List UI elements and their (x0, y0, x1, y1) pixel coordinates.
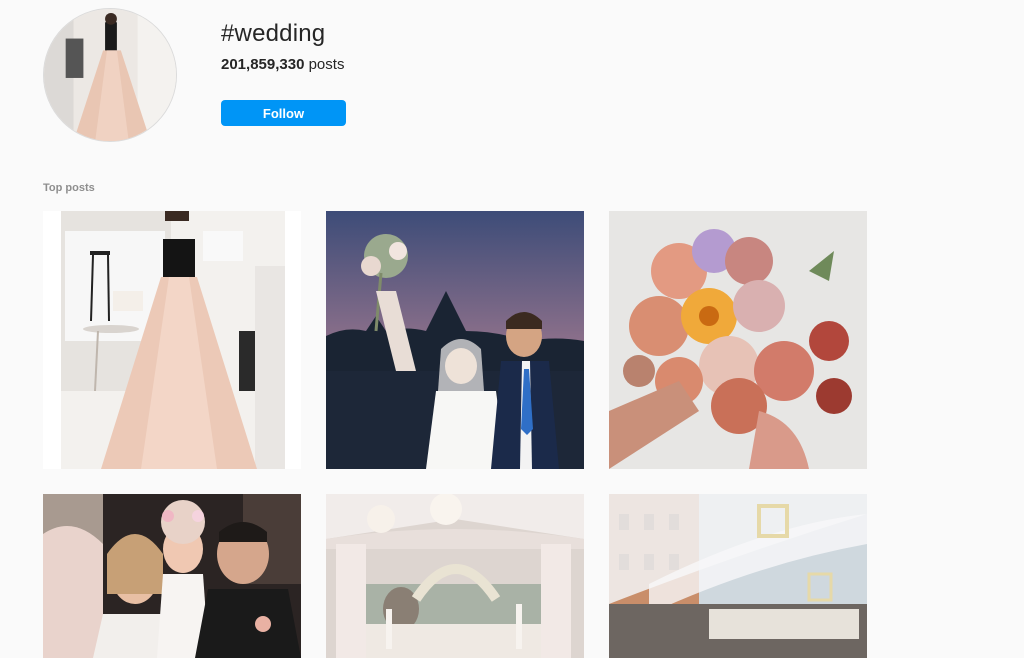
avatar-image (44, 9, 176, 141)
post-count: 201,859,330 posts (221, 56, 344, 73)
post-image-tent (609, 494, 867, 658)
post-tile-5[interactable] (326, 494, 584, 658)
post-tile-1[interactable] (43, 211, 301, 469)
follow-button[interactable]: Follow (221, 100, 346, 126)
top-posts-label: Top posts (43, 182, 95, 194)
post-tile-3[interactable] (609, 211, 867, 469)
post-tile-4[interactable] (43, 494, 301, 658)
post-image-gown (43, 211, 301, 469)
post-tile-6[interactable] (609, 494, 867, 658)
post-image-family (43, 494, 301, 658)
post-image-couple (326, 211, 584, 469)
post-image-venue (326, 494, 584, 658)
hashtag-title: #wedding (221, 20, 326, 47)
post-tile-2[interactable] (326, 211, 584, 469)
post-count-suffix: posts (308, 56, 345, 73)
post-image-bouquet (609, 211, 867, 469)
hashtag-avatar (43, 8, 177, 142)
post-count-number: 201,859,330 (221, 56, 305, 73)
